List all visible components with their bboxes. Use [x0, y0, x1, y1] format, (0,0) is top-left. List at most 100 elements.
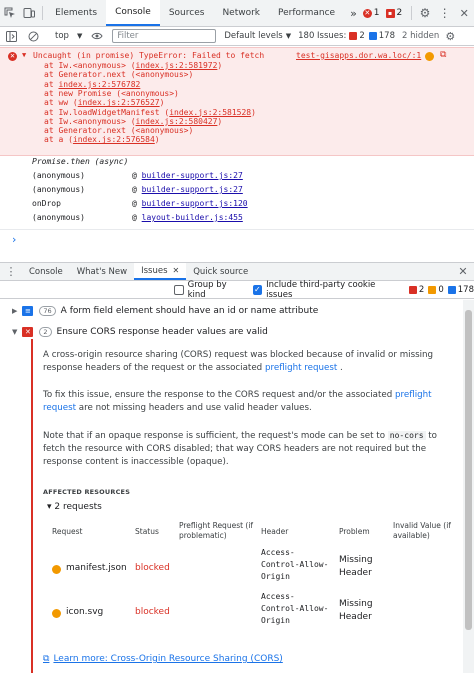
- stack-line: at Iw.<anonymous> (index.js:2:581972): [44, 61, 223, 70]
- group-by-kind-checkbox[interactable]: Group by kind: [174, 280, 245, 300]
- more-tabs-button[interactable]: »: [344, 0, 363, 26]
- tab-sources[interactable]: Sources: [160, 0, 214, 26]
- stack-link[interactable]: index.js:2:580427: [136, 117, 218, 126]
- kebab-menu-icon[interactable]: ⋮: [0, 263, 22, 280]
- console-error-message: ✕ ▼ Uncaught (in promise) TypeError: Fai…: [0, 47, 474, 156]
- warning-smiley-icon: [52, 565, 61, 574]
- expand-triangle-icon[interactable]: ▼: [22, 51, 26, 60]
- error-circle-icon: ✕: [8, 51, 17, 61]
- header-name: Access-Control-Allow-Origin: [261, 592, 329, 625]
- stack-line: at new Promise (<anonymous>): [44, 88, 179, 98]
- header-name: Access-Control-Allow-Origin: [261, 548, 329, 581]
- frame-link[interactable]: builder-support.js:27: [142, 185, 243, 194]
- error-circle-icon: ✕: [362, 8, 372, 18]
- requests-toggle[interactable]: ▾ 2 requests: [47, 502, 102, 512]
- request-name[interactable]: manifest.json: [66, 562, 127, 575]
- issue-info-count: 178: [457, 284, 474, 295]
- issue-fix-text: To fix this issue, ensure the response t…: [43, 390, 432, 413]
- error-counter[interactable]: ✕ 1: [362, 0, 380, 26]
- error-text: Uncaught (in promise) TypeError: Failed …: [33, 51, 265, 60]
- log-levels-value: Default levels: [224, 31, 283, 41]
- request-name[interactable]: icon.svg: [66, 606, 103, 619]
- stack-link[interactable]: index.js:2:581528: [169, 108, 251, 117]
- issues-toolbar: Group by kind ✓ Include third-party cook…: [0, 279, 474, 300]
- frame-name: (anonymous): [32, 171, 85, 180]
- stack-link[interactable]: index.js:2:576584: [73, 135, 155, 144]
- issue-count-badge: 2: [39, 327, 52, 337]
- tab-console[interactable]: Console: [106, 0, 160, 26]
- checkbox-checked[interactable]: ✓: [252, 284, 263, 295]
- close-icon[interactable]: ✕: [454, 0, 474, 26]
- inspect-element-icon[interactable]: [0, 0, 20, 26]
- group-by-kind-label: Group by kind: [187, 279, 227, 300]
- warning-smiley-icon: [52, 609, 61, 618]
- external-link-icon: ⧉: [43, 654, 50, 664]
- issue-warning-count: 0: [438, 284, 444, 295]
- drawer-tabbar: ⋮ Console What's New Issues ✕ Quick sour…: [0, 262, 474, 281]
- close-icon[interactable]: ✕: [173, 266, 180, 275]
- context-value: top: [55, 31, 69, 41]
- tab-performance[interactable]: Performance: [269, 0, 344, 26]
- problem-text: Missing Header: [339, 599, 373, 622]
- issue-counts[interactable]: 2 0 178: [408, 284, 474, 295]
- learn-more-link[interactable]: ⧉ Learn more: Cross-Origin Resource Shar…: [43, 654, 283, 664]
- divider: [42, 6, 44, 20]
- issues-label: 180 Issues:: [298, 31, 347, 41]
- problem-text: Missing Header: [339, 555, 373, 578]
- tab-elements[interactable]: Elements: [46, 0, 106, 26]
- affected-resources-heading: AFFECTED RESOURCES: [43, 488, 131, 496]
- third-party-checkbox[interactable]: ✓ Include third-party cookie issues: [252, 279, 398, 300]
- gear-icon[interactable]: ⚙: [415, 0, 435, 26]
- sidebar-toggle-icon[interactable]: [0, 30, 22, 42]
- frame-link[interactable]: layout-builder.js:455: [142, 213, 243, 222]
- issues-counter[interactable]: 180 Issues: 2 178: [298, 31, 395, 41]
- log-levels-dropdown[interactable]: Default levels ▼: [224, 31, 291, 41]
- context-select[interactable]: top ▼: [51, 31, 86, 41]
- copy-icon[interactable]: ⧉: [440, 50, 446, 60]
- stack-link[interactable]: index.js:2:581972: [136, 61, 218, 70]
- frame-link[interactable]: builder-support.js:120: [142, 199, 248, 208]
- frame-name: onDrop: [32, 199, 61, 208]
- drawer-tab-issues[interactable]: Issues ✕: [134, 263, 187, 280]
- device-toolbar-icon[interactable]: [20, 0, 40, 26]
- stack-link[interactable]: index.js:2:576782: [58, 80, 140, 89]
- issues-info-count: 178: [378, 31, 395, 41]
- learn-more-text: Learn more: Cross-Origin Resource Sharin…: [53, 654, 283, 664]
- clear-console-icon[interactable]: [22, 31, 44, 42]
- issue-error-icon: [349, 32, 358, 40]
- stack-frame: (anonymous) @ builder-support.js:27: [32, 171, 472, 183]
- tab-network[interactable]: Network: [213, 0, 269, 26]
- third-party-label: Include third-party cookie issues: [266, 279, 376, 300]
- frame-at: @ builder-support.js:27: [132, 185, 243, 194]
- scrollbar-thumb[interactable]: [465, 310, 472, 630]
- drawer-tab-whats-new[interactable]: What's New: [70, 263, 134, 280]
- stack-link[interactable]: index.js:2:576527: [78, 98, 160, 107]
- issue-flag-icon: ▪: [385, 8, 395, 18]
- preflight-request-link[interactable]: preflight request: [265, 363, 337, 373]
- frame-at: @ builder-support.js:27: [132, 171, 243, 180]
- error-source-link[interactable]: test-gisapps.dor.wa.loc/:1: [296, 51, 421, 60]
- filter-input[interactable]: Filter: [112, 29, 217, 43]
- stack-frame: (anonymous) @ builder-support.js:27: [32, 185, 472, 197]
- console-prompt[interactable]: ›: [12, 233, 16, 246]
- kebab-menu-icon[interactable]: ⋮: [435, 0, 455, 26]
- drawer-tab-console[interactable]: Console: [22, 263, 70, 280]
- issue-title: Ensure CORS response header values are v…: [56, 327, 268, 337]
- frame-link[interactable]: builder-support.js:27: [142, 171, 243, 180]
- close-icon[interactable]: ✕: [452, 263, 474, 280]
- console-toolbar: top ▼ Filter Default levels ▼ 180 Issues…: [0, 27, 474, 46]
- issue-row-form-field[interactable]: ▶ ≡ 76 A form field element should have …: [0, 302, 462, 320]
- stack-frame: onDrop @ builder-support.js:120: [32, 199, 472, 211]
- stack-line: at Iw.loadWidgetManifest (index.js:2:581…: [44, 107, 256, 117]
- warning-icon: [428, 285, 437, 294]
- hidden-count: 2 hidden: [401, 31, 440, 41]
- warning-counter[interactable]: ▪ 2: [385, 0, 402, 26]
- checkbox[interactable]: [174, 284, 184, 295]
- info-icon: [368, 32, 377, 40]
- drawer-tab-quick-source[interactable]: Quick source: [186, 263, 255, 280]
- stack-line: at ww (index.js:2:576527): [44, 98, 165, 108]
- divider: [411, 6, 413, 20]
- issue-note-text: Note that if an opaque response is suffi…: [43, 431, 437, 467]
- gear-icon[interactable]: ⚙: [439, 30, 461, 43]
- eye-icon[interactable]: [86, 32, 108, 40]
